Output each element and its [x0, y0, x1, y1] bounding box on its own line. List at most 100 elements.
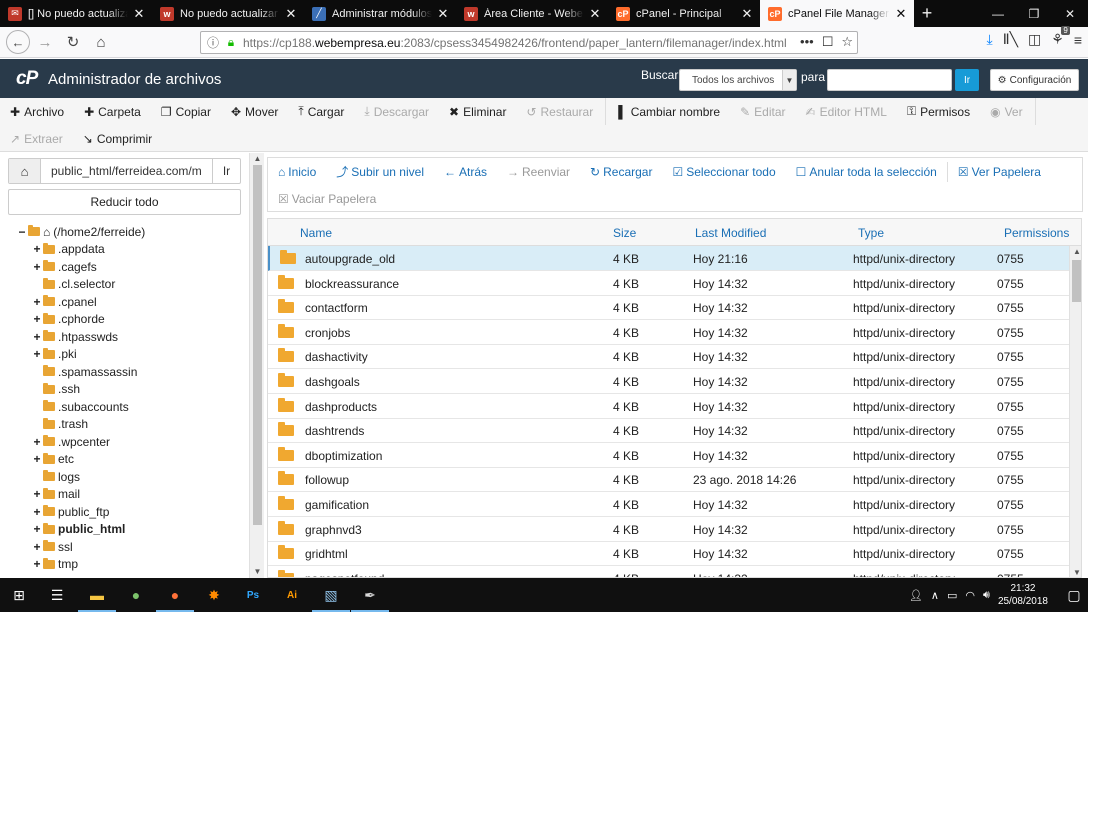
tree-item[interactable]: + .pki — [32, 346, 76, 363]
minimize-icon[interactable]: — — [980, 0, 1016, 27]
tree-scrollbar[interactable]: ▲ ▼ — [249, 153, 264, 578]
browser-tab[interactable]: ╱ Administrar módulos ins ✕ — [304, 0, 456, 27]
edit-button[interactable]: ✎ Editar — [730, 98, 795, 125]
volume-icon[interactable]: 🔊︎ — [983, 589, 990, 602]
restore-button[interactable]: ↺ Restaurar — [516, 98, 603, 125]
windows-start-icon[interactable]: ⊞ — [6, 582, 32, 608]
cell-name[interactable]: gridhtml — [305, 547, 348, 561]
browser-tab[interactable]: cP cPanel File Manager v3 ✕ — [760, 0, 914, 27]
table-row[interactable]: cronjobs 4 KB Hoy 14:32 httpd/unix-director… — [268, 320, 1069, 345]
close-window-icon[interactable]: ✕ — [1052, 0, 1088, 27]
permissions-button[interactable]: ⚿ Permisos — [897, 98, 980, 125]
tab-close-icon[interactable]: ✕ — [284, 6, 298, 22]
html-editor-button[interactable]: ✍ Editor HTML — [796, 98, 897, 125]
plus-icon[interactable]: + — [32, 330, 42, 344]
tab-close-icon[interactable]: ✕ — [894, 6, 908, 22]
tree-item[interactable]: + public_ftp — [32, 503, 109, 520]
tree-item[interactable]: + mail — [32, 486, 80, 503]
tree-item[interactable]: .cl.selector — [32, 276, 115, 293]
column-header-permissions[interactable]: Permissions — [1004, 226, 1069, 240]
page-actions-icon[interactable]: ••• — [800, 34, 814, 50]
task-view-icon[interactable]: ☰ — [44, 582, 70, 608]
column-header-size[interactable]: Size — [613, 226, 636, 240]
paint-icon[interactable]: ✒ — [351, 582, 389, 612]
view-button[interactable]: ◉ Ver — [980, 98, 1033, 125]
pocket-icon[interactable]: ☐ — [822, 34, 834, 50]
tab-close-icon[interactable]: ✕ — [132, 6, 146, 22]
new-tab-button[interactable]: + — [914, 0, 940, 27]
back-button[interactable]: ← Atrás — [434, 158, 497, 185]
tab-close-icon[interactable]: ✕ — [588, 6, 602, 22]
search-go-button[interactable]: Ir — [955, 69, 979, 91]
plus-icon[interactable]: + — [32, 312, 42, 326]
plus-icon[interactable]: + — [32, 505, 42, 519]
cell-name[interactable]: cronjobs — [305, 326, 350, 340]
tree-item[interactable]: + etc — [32, 451, 74, 468]
illustrator-icon[interactable]: Ai — [279, 582, 305, 608]
table-row[interactable]: dashgoals 4 KB Hoy 14:32 httpd/unix-directo… — [268, 369, 1069, 394]
extract-button[interactable]: ↗ Extraer — [0, 125, 73, 152]
notifications-icon[interactable]: ▢ — [1060, 587, 1088, 604]
delete-button[interactable]: ✖ Eliminar — [439, 98, 516, 125]
cell-name[interactable]: gamification — [305, 498, 369, 512]
info-icon[interactable]: ⓘ — [203, 34, 223, 51]
table-row[interactable]: gridhtml 4 KB Hoy 14:32 httpd/unix-director… — [268, 541, 1069, 567]
plus-icon[interactable]: + — [32, 557, 42, 571]
tree-item[interactable]: .subaccounts — [32, 398, 129, 415]
minus-icon[interactable]: − — [17, 225, 27, 239]
browser-tab[interactable]: ✉ [] No puedo actualizar p ✕ — [0, 0, 152, 27]
new-folder-button[interactable]: ✚ Carpeta — [74, 98, 151, 125]
cell-name[interactable]: followup — [305, 473, 349, 487]
file-explorer-icon[interactable]: ▬ — [78, 582, 116, 612]
people-icon[interactable]: 👤︎ — [909, 589, 923, 602]
menu-icon[interactable]: ≡ — [1074, 32, 1082, 48]
view-trash-button[interactable]: ☒ Ver Papelera — [948, 158, 1051, 185]
bookmark-star-icon[interactable]: ☆ — [841, 34, 853, 50]
download-icon[interactable]: ⤓ — [987, 31, 993, 48]
tree-item[interactable]: + ssl — [32, 538, 72, 555]
tree-item[interactable]: + .htpasswds — [32, 328, 118, 345]
chevron-up-icon[interactable]: ∧ — [931, 589, 939, 602]
cell-name[interactable]: dashtrends — [305, 424, 364, 438]
tree-root[interactable]: − ⌂ (/home2/ferreide) — [17, 223, 145, 240]
tree-item[interactable]: + .cphorde — [32, 311, 104, 328]
wifi-icon[interactable]: ◠ — [965, 589, 975, 602]
download-button[interactable]: ⤓ Descargar — [354, 98, 439, 125]
sidebar-icon[interactable]: ◫ — [1028, 31, 1041, 48]
cell-name[interactable]: dashproducts — [305, 400, 377, 414]
table-scrollbar-thumb[interactable] — [1072, 260, 1081, 302]
tree-item[interactable]: + .wpcenter — [32, 433, 110, 450]
scroll-up-icon[interactable]: ▲ — [250, 153, 265, 165]
plus-icon[interactable]: + — [32, 242, 42, 256]
chrome-icon[interactable]: ● — [123, 582, 149, 608]
table-row[interactable]: graphnvd3 4 KB Hoy 14:32 httpd/unix-directo… — [268, 517, 1069, 542]
library-icon[interactable]: Ⅱ╲ — [1003, 31, 1018, 48]
table-row[interactable]: dboptimization 4 KB Hoy 14:32 httpd/unix-di… — [268, 443, 1069, 468]
battery-icon[interactable]: ▭ — [947, 589, 957, 602]
home-icon[interactable]: ⌂ — [88, 29, 114, 55]
up-level-button[interactable]: ⤴ Subir un nivel — [326, 158, 434, 185]
scroll-down-icon[interactable]: ▼ — [250, 566, 265, 578]
empty-trash-button[interactable]: ☒ Vaciar Papelera — [268, 185, 386, 212]
unselect-all-button[interactable]: ☐ Anular toda la selección — [786, 158, 947, 185]
browser-tab[interactable]: w Área Cliente - Webempr ✕ — [456, 0, 608, 27]
cell-name[interactable]: contactform — [305, 301, 368, 315]
photoshop-icon[interactable]: Ps — [240, 582, 266, 608]
tab-close-icon[interactable]: ✕ — [740, 6, 754, 22]
browser-tab[interactable]: cP cPanel - Principal ✕ — [608, 0, 760, 27]
table-row[interactable]: dashactivity 4 KB Hoy 14:32 httpd/unix-dire… — [268, 344, 1069, 370]
table-scrollbar[interactable]: ▲ ▼ — [1069, 246, 1081, 577]
extension-icon[interactable]: ⚘ 9 — [1051, 26, 1070, 48]
tree-item[interactable]: + tmp — [32, 556, 78, 573]
table-row[interactable]: gamification 4 KB Hoy 14:32 httpd/unix-dire… — [268, 492, 1069, 517]
plus-icon[interactable]: + — [32, 435, 42, 449]
restore-icon[interactable]: ❐ — [1016, 0, 1052, 27]
plus-icon[interactable]: + — [32, 522, 42, 536]
path-input[interactable]: public_html/ferreidea.com/m — [41, 159, 212, 183]
plus-icon[interactable]: + — [32, 452, 42, 466]
tree-item[interactable]: .ssh — [32, 381, 80, 398]
scroll-up-icon[interactable]: ▲ — [1070, 246, 1081, 258]
table-row[interactable]: followup 4 KB 23 ago. 2018 14:26 httpd/unix… — [268, 467, 1069, 493]
tree-item[interactable]: + .cagefs — [32, 258, 96, 275]
notepad-icon[interactable]: ▧ — [312, 582, 350, 612]
